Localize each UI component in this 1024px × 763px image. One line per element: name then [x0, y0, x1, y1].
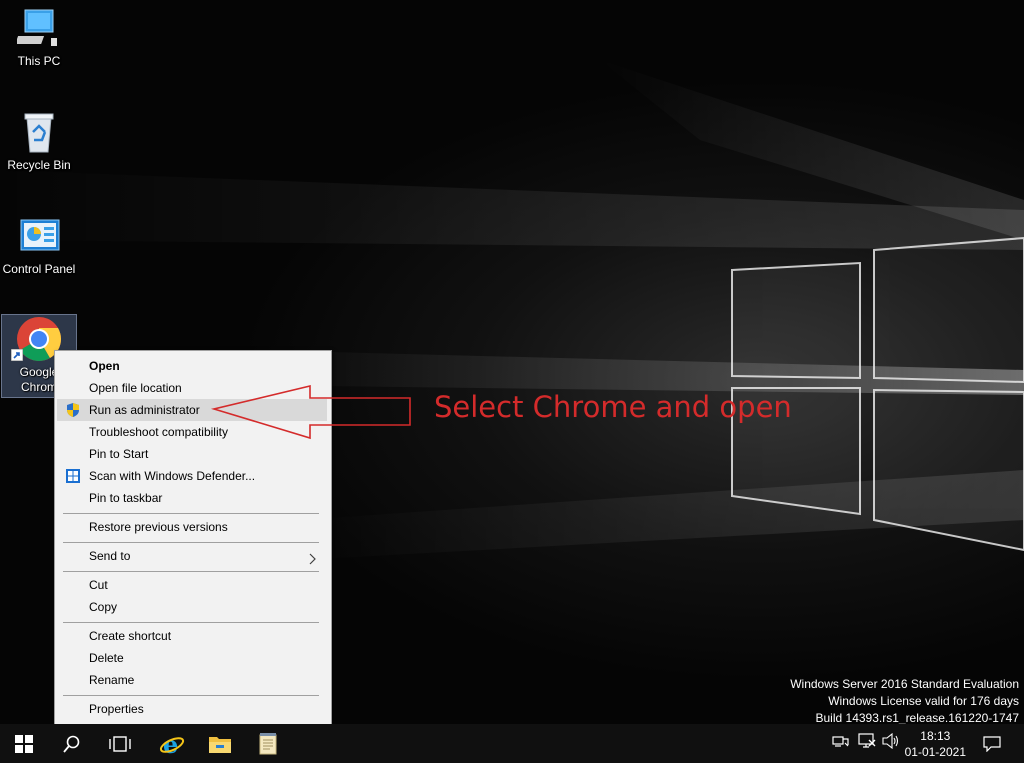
- menu-item-label: Scan with Windows Defender...: [89, 469, 256, 483]
- shortcut-arrow-icon: [11, 349, 23, 361]
- desktop-icon-this-pc[interactable]: This PC: [0, 6, 78, 69]
- menu-item-pin-to-taskbar[interactable]: Pin to taskbar: [57, 487, 327, 509]
- notepad-button[interactable]: [244, 724, 292, 763]
- search-icon: [63, 735, 80, 753]
- menu-item-pin-to-start[interactable]: Pin to Start: [57, 443, 327, 465]
- menu-item-label: Rename: [89, 673, 135, 687]
- menu-item-properties[interactable]: Properties: [57, 698, 327, 720]
- internet-explorer-icon: e: [159, 732, 185, 756]
- network-icon[interactable]: [832, 734, 850, 753]
- uac-shield-icon: [65, 402, 81, 418]
- menu-item-label: Cut: [89, 578, 108, 592]
- this-pc-icon: [15, 6, 61, 50]
- menu-item-cut[interactable]: Cut: [57, 574, 327, 596]
- menu-item-label: Pin to taskbar: [89, 491, 163, 505]
- start-icon: [15, 734, 33, 753]
- internet-explorer-button[interactable]: e: [148, 724, 196, 763]
- file-explorer-icon: [209, 736, 231, 753]
- control-panel-icon: [17, 214, 61, 258]
- menu-item-delete[interactable]: Delete: [57, 647, 327, 669]
- chevron-right-icon: [309, 550, 317, 572]
- start-button[interactable]: [0, 724, 48, 763]
- search-button[interactable]: [48, 724, 96, 763]
- menu-item-label: Open: [89, 359, 120, 373]
- menu-item-scan-with-windows-defender[interactable]: Scan with Windows Defender...: [57, 465, 327, 487]
- task-view-icon: [109, 735, 131, 752]
- desktop-icon-label: Recycle Bin: [7, 158, 71, 172]
- action-center-icon: [983, 735, 1001, 752]
- menu-item-label: Delete: [89, 651, 124, 665]
- menu-item-create-shortcut[interactable]: Create shortcut: [57, 625, 327, 647]
- task-view-button[interactable]: [96, 724, 144, 763]
- file-explorer-button[interactable]: [196, 724, 244, 763]
- display-icon[interactable]: [858, 733, 876, 754]
- watermark-license: Windows License valid for 176 days: [828, 694, 1019, 708]
- menu-separator: [63, 695, 319, 696]
- menu-separator: [63, 542, 319, 543]
- desktop-icon-recycle-bin[interactable]: Recycle Bin: [0, 110, 78, 173]
- menu-separator: [63, 571, 319, 572]
- desktop-icon-control-panel[interactable]: Control Panel: [0, 214, 78, 277]
- menu-item-label: Troubleshoot compatibility: [89, 425, 228, 439]
- system-tray: [832, 724, 900, 763]
- annotation-arrow: [210, 385, 411, 440]
- menu-item-label: Send to: [89, 549, 131, 563]
- menu-item-label: Run as administrator: [89, 403, 200, 417]
- menu-item-label: Pin to Start: [89, 447, 149, 461]
- clock-time: 18:13: [920, 729, 951, 743]
- menu-item-rename[interactable]: Rename: [57, 669, 327, 691]
- recycle-bin-icon: [17, 110, 61, 154]
- menu-separator: [63, 513, 319, 514]
- menu-item-label: Properties: [89, 702, 144, 716]
- menu-separator: [63, 622, 319, 623]
- windows-defender-icon: [65, 468, 81, 484]
- menu-item-label: Create shortcut: [89, 629, 172, 643]
- clock-date: 01-01-2021: [904, 745, 966, 759]
- menu-item-send-to[interactable]: Send to: [57, 545, 327, 567]
- windows-watermark: Windows Server 2016 Standard Evaluation …: [790, 676, 1019, 727]
- menu-item-copy[interactable]: Copy: [57, 596, 327, 618]
- menu-item-restore-previous-versions[interactable]: Restore previous versions: [57, 516, 327, 538]
- notepad-icon: [259, 732, 277, 754]
- action-center-button[interactable]: [968, 724, 1016, 763]
- menu-item-label: Restore previous versions: [89, 520, 228, 534]
- volume-icon[interactable]: [882, 732, 900, 754]
- desktop-icon-label: This PC: [17, 54, 61, 68]
- taskbar-clock[interactable]: 18:13 01-01-2021: [905, 728, 966, 760]
- taskbar: e 18:13 01-01-2021: [0, 724, 1024, 763]
- annotation-text: Select Chrome and open: [434, 390, 792, 424]
- desktop-icon-label: Control Panel: [2, 262, 76, 276]
- watermark-edition: Windows Server 2016 Standard Evaluation: [790, 677, 1019, 691]
- menu-item-open[interactable]: Open: [57, 355, 327, 377]
- menu-item-label: Open file location: [89, 381, 182, 395]
- menu-item-label: Copy: [89, 600, 118, 614]
